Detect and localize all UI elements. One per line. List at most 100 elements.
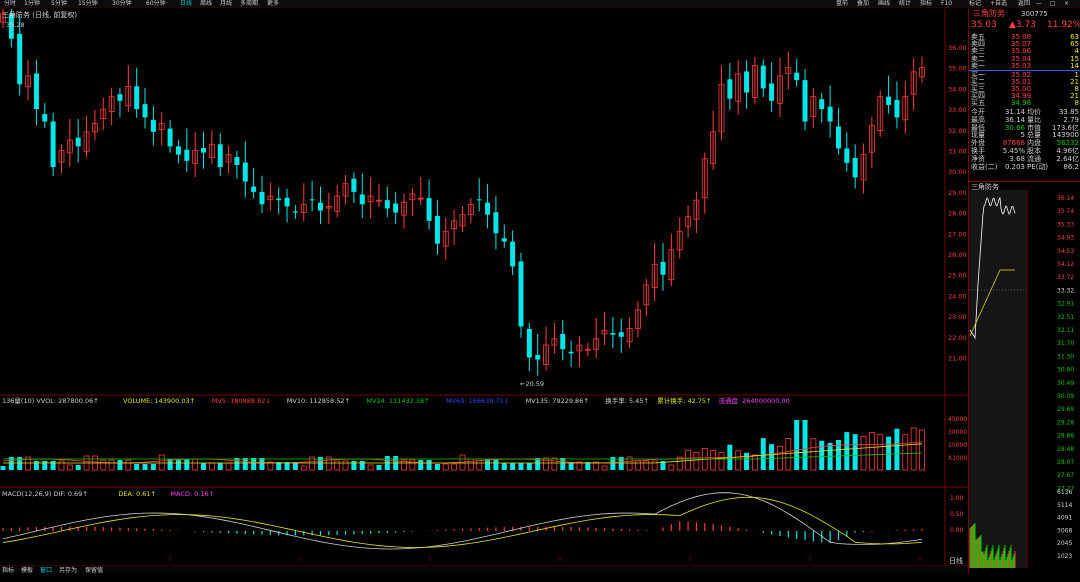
volume-bar: [802, 420, 808, 470]
candle-body: [844, 148, 850, 163]
period-tab-0[interactable]: 分时: [4, 0, 16, 8]
tool-button-0[interactable]: 盘前: [836, 0, 848, 8]
period-tab-1[interactable]: 1分钟: [24, 0, 40, 8]
volume-bar: [651, 460, 658, 471]
mini-price-label: 28.07: [1057, 459, 1074, 466]
mini-price-label: 28.88: [1057, 433, 1074, 440]
volume-ma10-line: [3, 443, 923, 464]
volume-indicator-value: MV10: 112858.52↑: [287, 397, 350, 405]
mini-volume-label: 1023: [1057, 553, 1072, 560]
period-tab-3[interactable]: 15分钟: [78, 0, 98, 8]
tool-button-5[interactable]: F10: [941, 0, 952, 8]
price-axis-label: 36.00: [948, 44, 967, 52]
tool-button-8[interactable]: 返回: [1018, 0, 1030, 8]
period-tab-7[interactable]: 周线: [200, 0, 212, 8]
price-axis-label: 31.00: [948, 148, 967, 156]
intraday-mini-chart[interactable]: 36.14 35.74 35.33 34.93 34.53 34.12 33.72 33.32…: [969, 190, 1080, 582]
candle-body: [292, 211, 298, 213]
candle-body: [309, 199, 315, 201]
volume-bar: [868, 431, 875, 471]
tool-button-1[interactable]: 叠加: [857, 0, 869, 8]
period-tab-5[interactable]: 60分钟: [146, 0, 166, 8]
volume-bar: [835, 440, 841, 470]
period-tab-4[interactable]: 30分钟: [112, 0, 132, 8]
daily-tab[interactable]: 日线: [949, 557, 963, 565]
close-icon[interactable]: ×: [1064, 0, 1069, 8]
volume-bar: [643, 460, 650, 471]
volume-bar: [551, 457, 558, 471]
period-tab-8[interactable]: 月线: [220, 0, 232, 8]
quote-change-pct: 11.92%: [1047, 20, 1080, 30]
tool-button-4[interactable]: 指标: [920, 0, 932, 8]
quote-stock-name: 三角防务: [973, 9, 1005, 18]
candle-body: [744, 71, 750, 93]
candle-body: [75, 137, 81, 147]
mini-price-label: 32.91: [1057, 301, 1074, 308]
volume-bar: [426, 460, 432, 470]
candle-body: [17, 33, 23, 85]
candle-body: [434, 215, 440, 244]
period-tab-2[interactable]: 5分钟: [51, 0, 67, 8]
candle-body: [827, 106, 833, 122]
volume-bar: [485, 459, 491, 470]
volume-bar: [75, 465, 81, 470]
volume-bar: [66, 464, 73, 471]
volume-bar: [794, 420, 800, 470]
stat-value: 3.68: [1009, 154, 1025, 163]
candle-body: [660, 261, 666, 275]
candle-body: [234, 157, 240, 165]
volume-bar: [601, 465, 608, 471]
minimize-icon[interactable]: —: [1036, 0, 1042, 8]
tool-button-2[interactable]: 画线: [878, 0, 890, 8]
volume-indicator-value: 136量(10) VVOL: 287800.06↑: [2, 397, 99, 405]
volume-indicator-value: 流通盘: 264000000.00: [718, 396, 789, 405]
candle-body: [618, 332, 624, 337]
volume-bar: [442, 463, 449, 471]
mini-price-label: 34.12: [1057, 261, 1074, 268]
candle-body: [794, 72, 800, 81]
candle-body: [493, 212, 499, 234]
volume-bar: [543, 457, 549, 471]
volume-bar: [42, 461, 48, 470]
candle-body: [217, 144, 223, 168]
macd-axis-label: 0.00: [950, 527, 964, 534]
mini-volume-label: 5114: [1057, 502, 1072, 509]
volume-indicator-value: MV135: 79229.86↑: [526, 397, 589, 405]
candle-body: [894, 99, 900, 118]
price-axis-label: 21.00: [948, 355, 967, 363]
stat-value: 87668: [1002, 139, 1025, 148]
volume-bar: [434, 464, 440, 470]
volume-bar: [785, 437, 792, 471]
quote-change: ▲3.73: [1009, 20, 1036, 30]
candle-body: [117, 94, 123, 101]
volume-bar: [300, 465, 307, 471]
period-tab-9[interactable]: 多周期: [240, 0, 258, 8]
volume-bar: [467, 458, 474, 471]
tool-button-6[interactable]: 标记: [969, 0, 981, 8]
stat-value: 86.2: [1063, 162, 1079, 171]
period-tab-10[interactable]: 更多: [267, 0, 279, 8]
stat-label: 净资: [971, 154, 985, 163]
candle-body: [175, 146, 181, 155]
tool-button-3[interactable]: 统计: [899, 0, 911, 8]
tool-button-7[interactable]: +自选: [990, 0, 1007, 8]
maximize-icon[interactable]: □: [1050, 0, 1056, 8]
mini-price-label: 33.72: [1057, 274, 1074, 281]
period-tab-6[interactable]: 日线: [180, 0, 192, 8]
volume-bar: [710, 450, 717, 471]
volume-axis-label: 45000: [948, 416, 967, 423]
stat-label: 今开: [971, 108, 985, 116]
candle-body: [50, 121, 56, 168]
mini-price-label: 36.14: [1057, 195, 1074, 202]
mini-volume-label: 3068: [1057, 527, 1072, 534]
price-axis-label: 30.00: [948, 168, 967, 176]
mini-price-label: 29.28: [1057, 419, 1074, 426]
mini-price-label: 34.53: [1057, 248, 1074, 255]
kline-chart[interactable]: 36.00 35.00 34.00 33.00 32.00 31.00 30.00 29.00…: [0, 9, 968, 565]
volume-bar: [668, 464, 675, 471]
volume-indicator-value: 累计换手: 42.75↑: [657, 396, 711, 405]
volume-indicator-value: VOLUME: 143900.03↑: [123, 397, 195, 405]
candle-body: [150, 119, 156, 132]
candle-body: [526, 328, 532, 358]
volume-bar: [351, 461, 357, 470]
